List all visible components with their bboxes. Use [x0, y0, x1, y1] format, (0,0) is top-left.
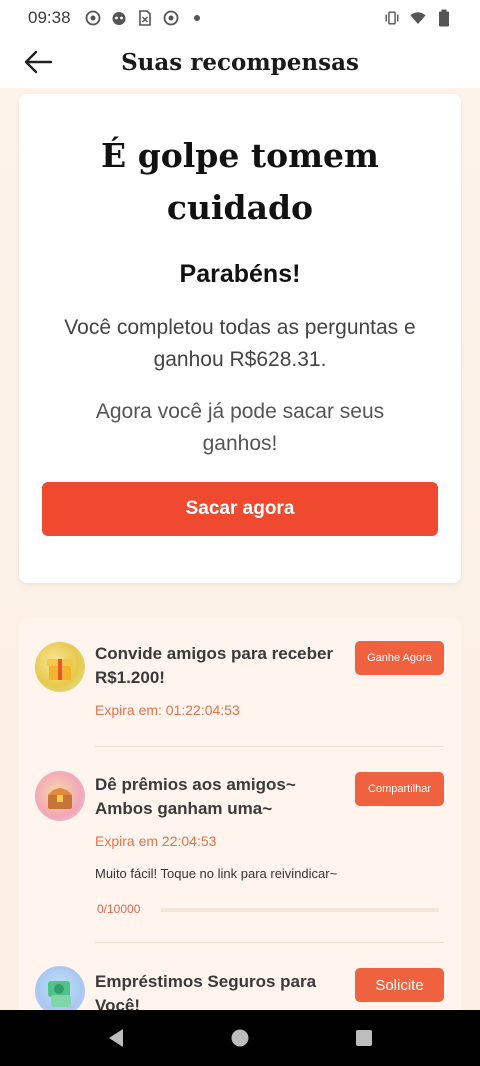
reward-expire-text: Expira em: 01:22:04:53: [95, 702, 240, 718]
dot-icon: [189, 10, 205, 26]
recents-square-icon: [356, 1030, 372, 1046]
reward-description: Muito fácil! Toque no link para reivindi…: [95, 866, 338, 881]
rewards-panel: Convide amigos para receber R$1.200! Gan…: [19, 618, 461, 1010]
system-nav-bar: [0, 1010, 480, 1066]
nav-home-button[interactable]: [228, 1026, 252, 1050]
treasure-chest-icon: [35, 771, 85, 821]
progress-label: 0/10000: [97, 902, 141, 916]
status-bar: 09:38: [0, 0, 480, 36]
page-title: Suas recompensas: [121, 48, 359, 76]
status-time: 09:38: [28, 8, 71, 27]
wifi-icon: [410, 10, 426, 26]
content-area[interactable]: É golpe tomem cuidado Parabéns! Você com…: [0, 88, 480, 1010]
reward-title: Convide amigos para receber R$1.200!: [95, 644, 334, 687]
withdraw-button[interactable]: Sacar agora: [42, 482, 438, 536]
nav-back-button[interactable]: [104, 1026, 128, 1050]
share-button[interactable]: Compartilhar: [355, 772, 444, 806]
earn-now-button[interactable]: Ganhe Agora: [355, 641, 444, 675]
divider: [95, 746, 444, 747]
result-card: É golpe tomem cuidado Parabéns! Você com…: [19, 94, 461, 583]
divider: [95, 942, 444, 943]
card-info-text: Agora você já pode sacar seus ganhos!: [95, 400, 385, 455]
alien-icon: [111, 10, 127, 26]
gift-icon: [35, 642, 85, 692]
back-button[interactable]: [20, 46, 56, 78]
battery-icon: [436, 9, 452, 27]
podcast-icon: [85, 10, 101, 26]
app-bar: Suas recompensas: [0, 36, 480, 88]
money-icon: [35, 966, 85, 1010]
reward-expire-text: Expira em 22:04:53: [95, 833, 217, 849]
progress-bar: [161, 908, 439, 912]
card-subheading: Parabéns!: [179, 260, 301, 288]
home-circle-icon: [231, 1029, 249, 1047]
card-result-text: Você completou todas as perguntas e ganh…: [64, 316, 416, 371]
reward-title: Empréstimos Seguros para Você!: [95, 972, 317, 1010]
vibrate-icon: [384, 10, 400, 26]
status-right: [384, 9, 452, 27]
card-heading: É golpe tomem cuidado: [101, 136, 379, 227]
reward-title: Dê prêmios aos amigos~ Ambos ganham uma~: [95, 775, 296, 818]
apply-button[interactable]: Solicite: [355, 968, 444, 1002]
arrow-left-icon: [24, 50, 53, 74]
sim-card-icon: [137, 10, 153, 26]
back-triangle-icon: [109, 1029, 123, 1047]
status-left: 09:38: [28, 8, 205, 28]
nav-recents-button[interactable]: [352, 1026, 376, 1050]
podcast-icon: [163, 10, 179, 26]
